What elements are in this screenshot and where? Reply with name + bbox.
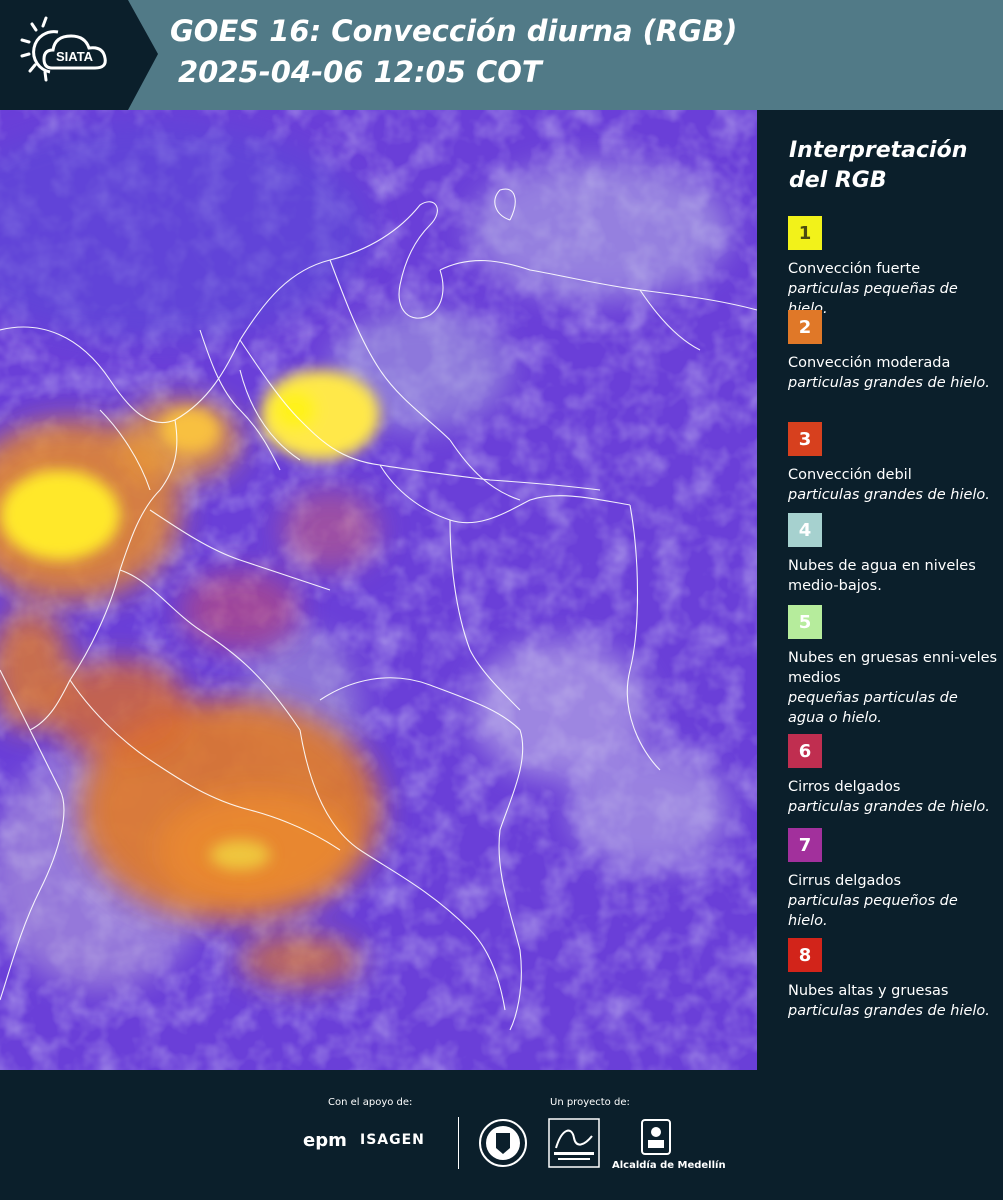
support-label: Con el apoyo de:: [328, 1097, 413, 1108]
legend-panel: Interpretación del RGB 1 Convección fuer…: [758, 110, 1003, 1070]
legend-swatch: 1: [788, 216, 822, 250]
legend-sublabel: particulas grandes de hielo.: [788, 799, 990, 815]
legend-item-6: 6 Cirros delgados particulas grandes de …: [788, 734, 998, 817]
legend-label: Convección fuerte: [788, 261, 921, 277]
legend-item-8: 8 Nubes altas y gruesas particulas grand…: [788, 938, 998, 1021]
legend-item-5: 5 Nubes en gruesas enni-veles medios peq…: [788, 605, 998, 728]
legend-label: Nubes en gruesas enni-veles medios: [788, 650, 998, 686]
legend-item-3: 3 Convección debil particulas grandes de…: [788, 422, 998, 505]
seal-logo: [479, 1119, 527, 1167]
footer-divider: [458, 1117, 459, 1169]
legend-sublabel: pequeñas particulas de agua o hielo.: [788, 690, 958, 726]
legend-title: Interpretación del RGB: [789, 138, 968, 193]
legend-swatch: 5: [788, 605, 822, 639]
siata-logo-text: SIATA: [56, 49, 94, 64]
timestamp: 2025-04-06 12:05 COT: [178, 55, 542, 89]
footer: Con el apoyo de: Un proyecto de: epm ISA…: [0, 1070, 1003, 1200]
legend-sublabel: particulas grandes de hielo.: [788, 375, 990, 391]
legend-label: Nubes de agua en niveles medio-bajos.: [788, 558, 976, 594]
satellite-map[interactable]: [0, 110, 757, 1070]
page-title: GOES 16: Convección diurna (RGB): [170, 14, 738, 48]
legend-swatch: 7: [788, 828, 822, 862]
project-label: Un proyecto de:: [550, 1097, 630, 1108]
legend-swatch: 6: [788, 734, 822, 768]
legend-swatch: 8: [788, 938, 822, 972]
legend-swatch: 2: [788, 310, 822, 344]
alcaldia-text: Alcaldía de Medellín: [612, 1160, 726, 1171]
legend-label: Cirrus delgados: [788, 873, 902, 889]
legend-swatch: 4: [788, 513, 822, 547]
legend-label: Convección debil: [788, 467, 912, 483]
legend-label: Nubes altas y gruesas: [788, 983, 949, 999]
alcaldia-medellin-logo: [641, 1119, 671, 1155]
legend-swatch: 3: [788, 422, 822, 456]
area-metropolitana-logo: [548, 1118, 600, 1168]
legend-item-1: 1 Convección fuerte particulas pequeñas …: [788, 216, 998, 319]
epm-logo: epm: [303, 1130, 347, 1151]
legend-label: Convección moderada: [788, 355, 951, 371]
legend-sublabel: particulas grandes de hielo.: [788, 487, 990, 503]
legend-item-2: 2 Convección moderada particulas grandes…: [788, 310, 998, 393]
legend-sublabel: particulas grandes de hielo.: [788, 1003, 990, 1019]
siata-logo: SIATA: [0, 0, 160, 110]
legend-item-7: 7 Cirrus delgados particulas pequeños de…: [788, 828, 998, 931]
header-bar: SIATA GOES 16: Convección diurna (RGB) 2…: [0, 0, 1003, 110]
legend-item-4: 4 Nubes de agua en niveles medio-bajos.: [788, 513, 998, 596]
legend-label: Cirros delgados: [788, 779, 901, 795]
isagen-logo: ISAGEN: [360, 1132, 425, 1148]
legend-sublabel: particulas pequeños de hielo.: [788, 893, 958, 929]
